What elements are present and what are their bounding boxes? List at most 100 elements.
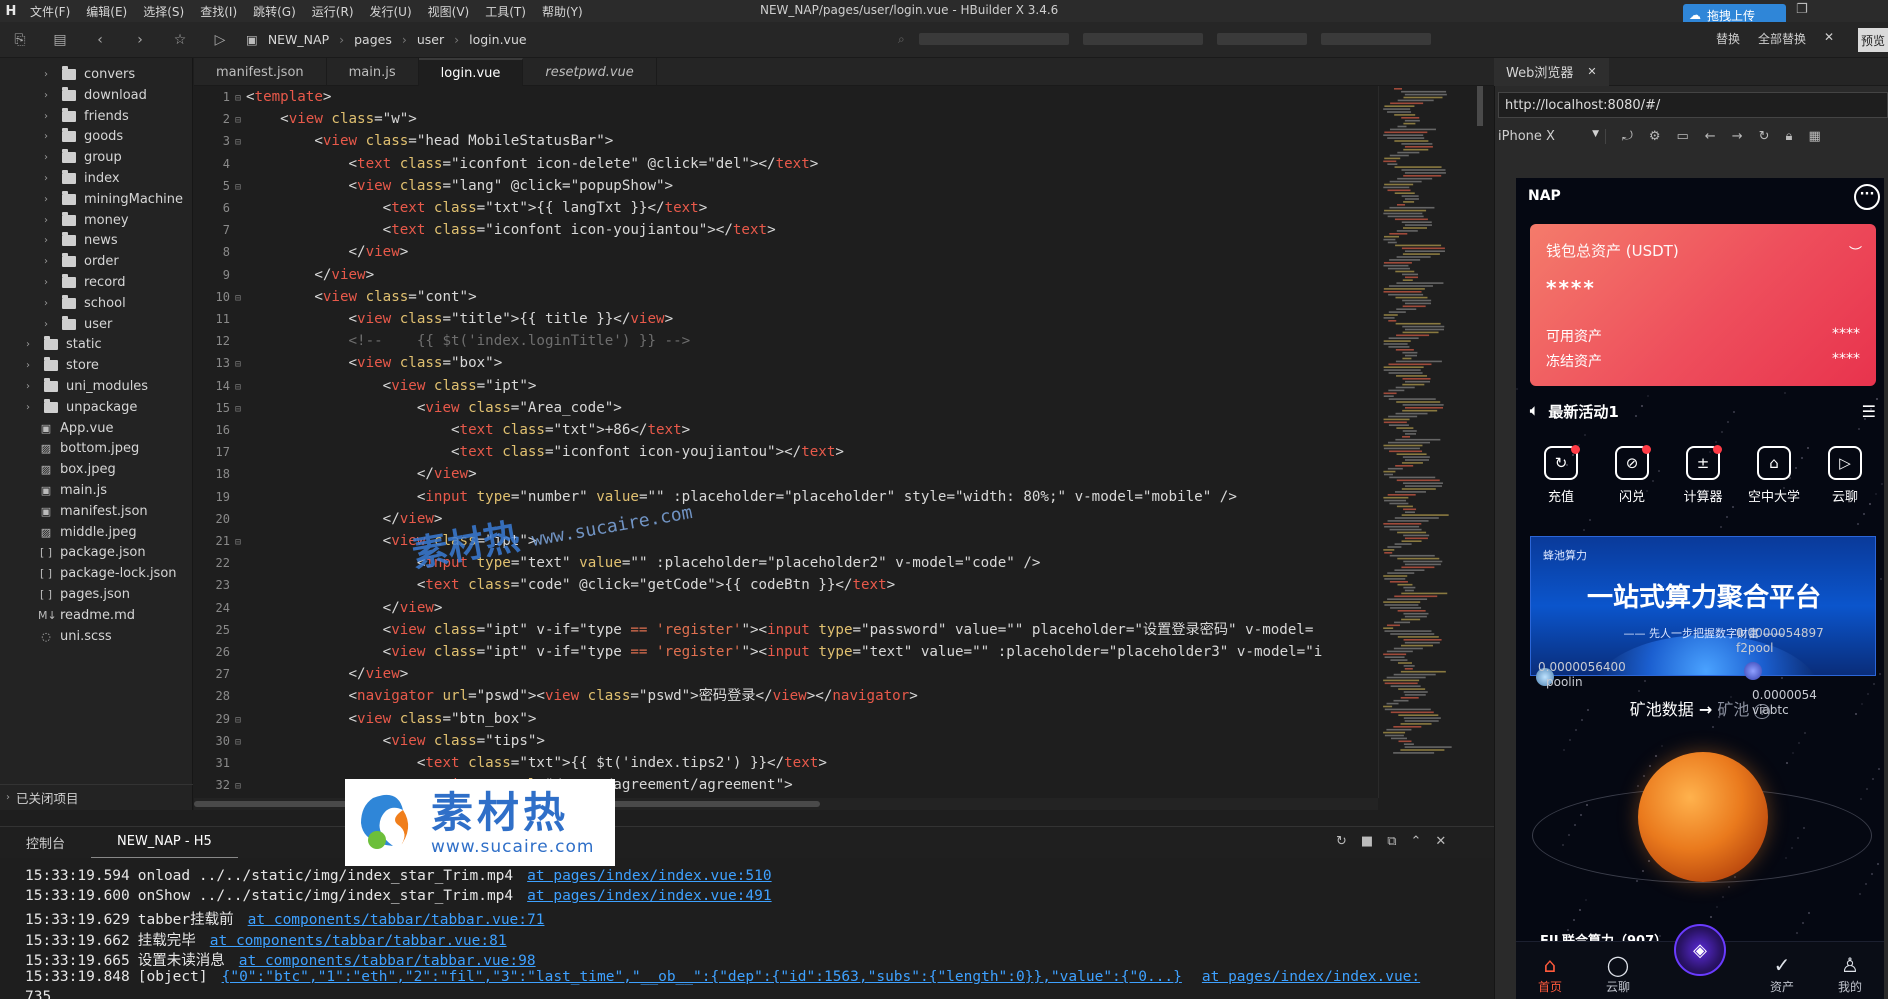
center-tab-icon[interactable]: ◈	[1674, 924, 1726, 976]
preview-button[interactable]: 预览	[1858, 28, 1888, 52]
save-icon[interactable]: ▤	[40, 32, 80, 48]
promo-banner[interactable]: 蜂池算力 一站式算力聚合平台 —— 先人一步把握数字财富 ——	[1530, 536, 1876, 676]
new-file-icon[interactable]: ⎘	[0, 32, 40, 48]
fold-toggle-icon[interactable]: ⊟	[230, 177, 246, 199]
menu-item[interactable]: 文件(F)	[22, 3, 78, 20]
closed-projects[interactable]: › 已关闭项目	[0, 784, 193, 810]
editor-tab[interactable]: main.js	[327, 58, 419, 86]
search-option[interactable]	[1216, 33, 1307, 45]
log-source-link[interactable]: at pages/index/index.vue:	[1202, 969, 1420, 985]
stop-icon[interactable]: ■	[1361, 834, 1373, 849]
fold-toggle-icon[interactable]: ⊟	[230, 377, 246, 399]
quick-action[interactable]: ⌂ 空中大学	[1743, 446, 1805, 514]
code-editor[interactable]: 1 ⊟ <template> 2 ⊟ <view class="w"> 3 ⊟ <view …	[194, 86, 1378, 798]
console-tab[interactable]: 控制台	[0, 833, 91, 852]
minimap-line	[1389, 554, 1435, 557]
replace-button[interactable]: 替换	[1716, 30, 1740, 47]
log-source-link[interactable]: at components/tabbar/tabbar.vue:98	[239, 953, 536, 969]
fold-toggle-icon[interactable]: ⊟	[230, 532, 246, 554]
quick-action[interactable]: ↻ 充值	[1530, 445, 1592, 514]
phone-tab[interactable]: ♙ 我的	[1838, 954, 1862, 995]
more-icon[interactable]: ···	[1854, 184, 1880, 210]
log-source-link[interactable]: at components/tabbar/tabbar.vue:71	[248, 912, 545, 928]
replace-all-button[interactable]: 全部替换	[1758, 30, 1806, 47]
quick-action-glyph: ⊘	[1625, 454, 1639, 472]
forward-icon[interactable]: →	[1732, 129, 1743, 144]
back-icon[interactable]: ‹	[80, 32, 120, 48]
menu-item[interactable]: 选择(S)	[135, 3, 192, 20]
minimap-line	[1401, 462, 1423, 464]
quick-action[interactable]: ▷ 云聊	[1814, 446, 1876, 514]
breadcrumb-item[interactable]: user	[417, 32, 444, 47]
log-source-link[interactable]: {"0":"btc","1":"eth","2":"fil","3":"last…	[222, 969, 1182, 985]
minimap-line	[1395, 322, 1441, 325]
run-icon[interactable]: ▷	[200, 32, 240, 48]
log-source-link[interactable]: at components/tabbar/tabbar.vue:81	[210, 933, 507, 949]
forward-icon[interactable]: ›	[120, 32, 160, 48]
code-token: type	[468, 488, 511, 505]
notice-bar[interactable]: 🔈︎ 最新活动1 ☰	[1530, 398, 1876, 424]
close-icon[interactable]: ✕	[1587, 65, 1596, 78]
search-bar[interactable]: ⌕	[898, 30, 1458, 48]
refresh-icon[interactable]: ↻	[1759, 129, 1770, 144]
editor-tab[interactable]: login.vue	[418, 58, 524, 86]
menu-item[interactable]: 查找(I)	[192, 3, 245, 20]
restore-icon[interactable]: ❐	[1796, 2, 1808, 17]
quick-action[interactable]: ⊘ 闪兑	[1601, 445, 1663, 514]
menu-item[interactable]: 视图(V)	[420, 3, 478, 20]
eye-hidden-icon[interactable]: ︶	[1849, 242, 1862, 261]
clear-icon[interactable]: ✕	[1435, 834, 1446, 849]
menu-item[interactable]: 编辑(E)	[78, 3, 135, 20]
log-source-link[interactable]: at pages/index/index.vue:510	[527, 868, 771, 884]
lock-icon[interactable]: 🔒︎	[1786, 129, 1793, 144]
editor-tab[interactable]: resetpwd.vue	[523, 58, 657, 86]
fold-toggle-icon[interactable]: ⊟	[230, 732, 246, 754]
back-icon[interactable]: ←	[1705, 129, 1716, 144]
console-icon[interactable]: ▭	[1677, 129, 1689, 144]
breadcrumb-item[interactable]: NEW_NAP	[268, 32, 329, 47]
menu-item[interactable]: 工具(T)	[477, 3, 534, 20]
search-option[interactable]	[1082, 33, 1203, 45]
console-output[interactable]: 15:33:19.594 onload ../../static/img/inde…	[0, 858, 1494, 999]
fold-toggle-icon[interactable]: ⊟	[230, 88, 246, 110]
reload-icon[interactable]: ↻	[1336, 834, 1347, 849]
search-input[interactable]	[918, 33, 1069, 45]
menu-item[interactable]: 运行(R)	[304, 3, 362, 20]
menu-item[interactable]: 帮助(Y)	[534, 3, 591, 20]
replace-input[interactable]	[1320, 33, 1431, 45]
wallet-card[interactable]: 钱包总资产 (USDT) ︶ **** 可用资产 **** 冻结资产 ****	[1530, 224, 1876, 386]
phone-tab[interactable]	[1674, 993, 1726, 995]
menu-item[interactable]: 跳转(G)	[245, 3, 304, 20]
phone-tab[interactable]: ⌂ 首页	[1538, 954, 1562, 995]
rotate-icon[interactable]: ⤾	[1622, 129, 1633, 144]
collapse-icon[interactable]: ⌃	[1411, 834, 1422, 849]
fold-toggle-icon[interactable]: ⊟	[230, 132, 246, 154]
url-input[interactable]: http://localhost:8080/#/	[1498, 92, 1888, 118]
vertical-scrollbar-thumb[interactable]	[1477, 86, 1483, 126]
browser-tab[interactable]: Web浏览器 ✕	[1494, 57, 1609, 86]
tree-file[interactable]: ◌ uni.scss	[34, 624, 112, 649]
menu-item[interactable]: 发行(U)	[362, 3, 420, 20]
breadcrumb-item[interactable]: login.vue	[469, 32, 526, 47]
fold-toggle-icon[interactable]: ⊟	[230, 710, 246, 732]
phone-tab[interactable]: ◯ 云聊	[1606, 954, 1630, 995]
breadcrumb-item[interactable]: pages	[354, 32, 392, 47]
editor-tab[interactable]: manifest.json	[194, 58, 327, 86]
console-tab[interactable]: NEW_NAP - H5	[91, 827, 238, 859]
close-icon[interactable]: ✕	[1824, 30, 1834, 47]
fold-toggle-icon[interactable]: ⊟	[230, 288, 246, 310]
fold-toggle-icon[interactable]: ⊟	[230, 776, 246, 798]
fold-toggle-icon[interactable]: ⊟	[230, 354, 246, 376]
settings-icon[interactable]: ⚙	[1649, 129, 1661, 144]
phone-tab[interactable]: ✓ 资产	[1770, 954, 1794, 995]
list-icon[interactable]: ☰	[1862, 402, 1876, 421]
fold-toggle-icon[interactable]: ⊟	[230, 110, 246, 132]
open-window-icon[interactable]: ⧉	[1387, 834, 1396, 849]
bookmark-icon[interactable]: ☆	[160, 32, 200, 48]
log-source-link[interactable]: at pages/index/index.vue:491	[527, 888, 771, 904]
fold-toggle-icon[interactable]: ⊟	[230, 399, 246, 421]
quick-action[interactable]: ± 计算器	[1672, 445, 1734, 514]
minimap[interactable]	[1378, 86, 1483, 798]
qrcode-icon[interactable]: ▦	[1808, 129, 1820, 144]
device-select[interactable]: iPhone X ▼	[1498, 128, 1606, 144]
